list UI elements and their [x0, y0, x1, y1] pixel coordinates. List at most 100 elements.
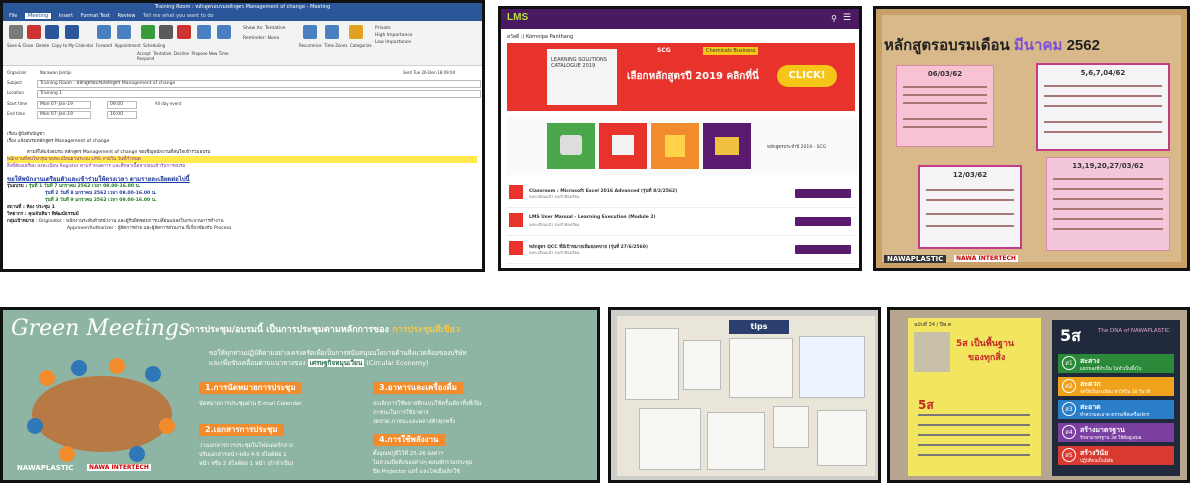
subject-field[interactable]: Training Room : หลักสูตรอบรมหลักสูตร Man… — [37, 80, 481, 88]
course-row[interactable]: Classroom : Microsoft Excel 2016 Advance… — [507, 181, 857, 208]
decline-icon[interactable] — [177, 25, 191, 39]
end-label: End time — [7, 111, 25, 116]
calendar-icon[interactable] — [45, 25, 59, 39]
ribbon: Show As: Tentative Reminder: None Privat… — [3, 21, 482, 66]
lms-user-greeting: สวัสดี :) Kornnipa Panthang — [507, 34, 574, 40]
appointment-label: Appointment — [114, 43, 141, 48]
tab-insert[interactable]: Insert — [59, 13, 73, 19]
place-value: ห้อง ประชุม 1 — [26, 205, 55, 210]
tips-poster: tips — [729, 320, 789, 334]
five-s-band: ส4 สร้างมาตรฐาน รักษามาตรฐาน 3ส ให้ดีอยู่เ… — [1058, 423, 1174, 442]
high-importance-toggle[interactable]: High Importance — [375, 32, 413, 39]
propose-time-icon[interactable] — [197, 25, 211, 39]
category-document[interactable] — [651, 123, 699, 169]
newsletter-header: ฉบับที่ 34 / ปีพ.ศ — [914, 322, 952, 328]
section-heading: ขอให้พนักงานเตรียมตัวและเข้าร่วมให้ตรงเว… — [7, 176, 190, 183]
green-item-label: 1.การนัดหมายการประชุม — [199, 382, 302, 394]
search-icon[interactable]: ⚲ — [831, 14, 837, 23]
course-action-button[interactable] — [795, 189, 851, 198]
category-camera[interactable] — [547, 123, 595, 169]
posted-paper — [817, 410, 867, 466]
dna-subtitle: The DNA of NAWAPLASTIC — [1098, 328, 1170, 334]
posted-paper — [707, 412, 765, 470]
green-item-text: ไม่ลวนเปิดสิ่งของต่างๆ ตอนพักรวมประชุม — [373, 460, 473, 466]
save-close-icon[interactable] — [9, 25, 23, 39]
low-importance-toggle[interactable]: Low Importance — [375, 39, 413, 46]
tab-format-text[interactable]: Format Text — [81, 13, 110, 19]
forward-label: Forward — [95, 43, 113, 48]
lms-header-bar: LMS ⚲ ☰ — [501, 9, 859, 29]
respond-label: Respond — [137, 56, 155, 61]
course-title: Classroom : Microsoft Excel 2016 Advance… — [529, 189, 678, 194]
propose-label: Propose New Time — [191, 51, 229, 56]
reminder-label: Reminder — [243, 36, 265, 41]
course-action-button[interactable] — [795, 217, 851, 226]
five-s-posters: ฉบับที่ 34 / ปีพ.ศ 5ส เป็นพื้นฐาน ของทุก… — [887, 307, 1190, 483]
course-status: ลงทะเบียนแล้ว รอเข้าห้องเรียน — [529, 194, 580, 199]
recurrence-icon[interactable] — [303, 25, 317, 39]
tab-review[interactable]: Review — [118, 13, 136, 19]
business-tag: Chemicals Business — [703, 47, 759, 55]
round-label: รุ่นอบรม — [7, 184, 24, 189]
newsletter-big-5s: 5ส — [918, 398, 934, 412]
bulletin-board-photo: tips — [608, 307, 881, 483]
person-photo — [914, 332, 950, 372]
meeting-body[interactable]: เรียน ผู้บังคับบัญชา เรื่อง แจ้งอบรมหลัก… — [7, 131, 477, 269]
posted-paper — [773, 406, 809, 448]
schedule-note: 12/03/62 — [918, 165, 1022, 249]
course-row[interactable]: LMS User Manual - Learning Execution (Mo… — [507, 209, 857, 236]
show-as-select[interactable]: Tentative — [265, 26, 286, 31]
click-button[interactable]: CLICK! — [777, 65, 837, 87]
location-field[interactable]: Training 1 — [37, 90, 481, 98]
green-meetings-subtitle: การประชุม/อบรมนี้ เป็นการประชุมตามหลักกา… — [189, 325, 460, 335]
accept-icon[interactable] — [141, 25, 155, 39]
five-s-band: ส3 สะอาด ทำความสะอาด ตรวจเช็คเครื่องจักร — [1058, 400, 1174, 419]
dna-title: 5ส — [1060, 326, 1081, 345]
respond-icon[interactable] — [217, 25, 231, 39]
catalogue-banner[interactable]: LEARNING SOLUTIONS CATALOGUE 2019 SCG Ch… — [507, 43, 855, 111]
location-label: Location — [7, 90, 24, 95]
forward-icon[interactable] — [65, 25, 79, 39]
five-s-band: ส1 สะสาง แยกของที่จำเป็น ไม่จำเป็นทิ้งไป — [1058, 354, 1174, 373]
green-item-label: 2.เอกสารการประชุม — [199, 424, 284, 436]
place-label: สถานที่ — [7, 205, 22, 210]
tell-me-input[interactable]: Tell me what you want to do — [143, 13, 214, 19]
menu-icon[interactable]: ☰ — [843, 13, 851, 23]
category-edit[interactable] — [599, 123, 647, 169]
green-meetings-poster: Green Meetings การประชุม/อบรมนี้ เป็นการ… — [0, 307, 600, 483]
target-label: กลุ่มเป้าหมาย — [7, 219, 35, 224]
time-zones-icon[interactable] — [325, 25, 339, 39]
reminder-select[interactable]: None — [268, 36, 280, 41]
five-s-dna-poster: 5ส The DNA of NAWAPLASTIC ส1 สะสาง แยกของท… — [1052, 320, 1180, 476]
end-time-field[interactable]: 16:00 — [107, 111, 137, 119]
categorize-icon[interactable] — [349, 25, 363, 39]
course-status: ลงทะเบียนแล้ว รอเข้าห้องเรียน — [529, 222, 580, 227]
category-2019-label[interactable]: หลักสูตรประจำปี 2019 - SCG — [767, 143, 847, 150]
course-row[interactable]: หลักสูตร QCC ที่มีเป้าหมายเพิ่มยอดขาย (ร… — [507, 237, 857, 264]
start-time-field[interactable]: 09:00 — [107, 101, 137, 109]
ribbon-tabs: File Meeting Insert Format Text Review T… — [3, 12, 482, 21]
lms-logo[interactable]: LMS — [507, 12, 528, 23]
course-status: ลงทะเบียนแล้ว รอเข้าห้องเรียน — [529, 250, 580, 255]
appointment-icon[interactable] — [97, 25, 111, 39]
tentative-icon[interactable] — [159, 25, 173, 39]
approver-line: Approver/Authorizer : ผู้จัดการฝ่าย และผ… — [67, 226, 232, 231]
newsletter-title: 5ส เป็นพื้นฐาน — [956, 339, 1015, 349]
copy-calendar-label: Copy to My Calendar — [51, 43, 94, 48]
green-item-text: ยกเลิกการใช้พลาสติกแบบใช้ครั้งเดียวทิ้งท… — [373, 401, 482, 407]
course-action-button[interactable] — [795, 245, 851, 254]
tab-file[interactable]: File — [9, 13, 17, 19]
start-date-field[interactable]: Mon 07-Jan-19 — [37, 101, 91, 109]
scg-logo: SCG — [657, 47, 671, 54]
schedule-note: 06/03/62 — [896, 65, 994, 147]
five-s-newsletter: ฉบับที่ 34 / ปีพ.ศ 5ส เป็นพื้นฐาน ของทุก… — [908, 318, 1041, 476]
subject-label: Subject — [7, 80, 22, 85]
category-folder[interactable] — [703, 123, 751, 169]
five-s-band: ส5 สร้างวินัย ปฏิบัติจนเป็นนิสัย — [1058, 446, 1174, 465]
scheduling-icon[interactable] — [117, 25, 131, 39]
delete-icon[interactable] — [27, 25, 41, 39]
end-date-field[interactable]: Mon 07-Jan-19 — [37, 111, 91, 119]
private-toggle[interactable]: Private — [375, 25, 413, 32]
tab-meeting[interactable]: Meeting — [24, 13, 52, 19]
all-day-checkbox[interactable]: All day event — [155, 100, 181, 107]
